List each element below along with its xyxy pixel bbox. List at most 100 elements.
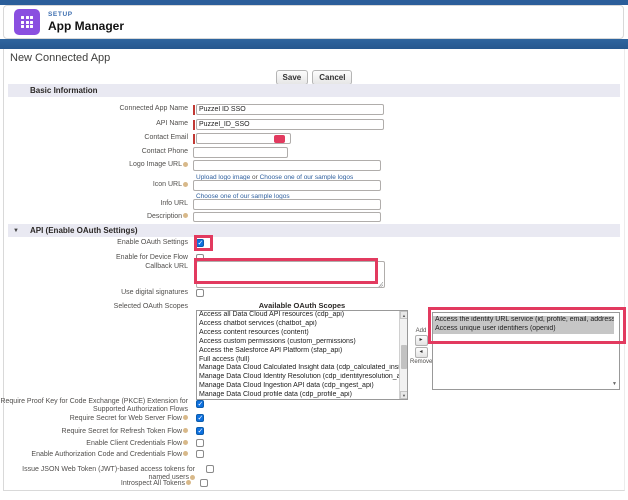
api-name-input[interactable] <box>196 119 384 130</box>
required-bar <box>193 120 195 130</box>
basic-information-label: Basic Information <box>30 86 98 95</box>
auth-code-credentials-flow-row: Enable Authorization Code and Credential… <box>0 450 204 459</box>
scroll-up-icon[interactable]: ▲ <box>400 311 408 319</box>
enable-oauth-label: Enable OAuth Settings <box>0 239 193 248</box>
refresh-token-flow-label: Require Secret for Refresh Token Flow <box>0 427 193 436</box>
auth-code-credentials-flow-label: Enable Authorization Code and Credential… <box>0 450 193 459</box>
setup-page: SETUP App Manager New Connected App Save… <box>0 0 628 500</box>
pkce-checkbox[interactable] <box>196 400 204 408</box>
enable-oauth-row: Enable OAuth Settings <box>0 239 204 248</box>
web-server-flow-checkbox[interactable] <box>196 414 204 422</box>
info-icon <box>183 182 188 187</box>
callback-url-row: Callback URL <box>0 261 193 291</box>
client-credentials-flow-checkbox[interactable] <box>196 439 204 447</box>
jwt-tokens-checkbox[interactable] <box>206 465 214 473</box>
scroll-down-icon[interactable]: ▼ <box>612 381 617 387</box>
icon-url-label: Icon URL <box>0 181 193 190</box>
selected-oauth-scopes-label: Selected OAuth Scopes <box>0 303 193 312</box>
add-label: Add <box>410 328 432 334</box>
description-input[interactable] <box>193 212 381 222</box>
scope-option[interactable]: Manage Data Cloud Identity Resolution (c… <box>197 373 400 382</box>
info-icon <box>183 415 188 420</box>
add-remove-controls: Add ▸ ◂ Remove <box>410 328 432 365</box>
info-url-row: Info URL <box>0 199 381 210</box>
required-bar <box>193 105 195 115</box>
action-button-row: SaveCancel <box>0 67 628 85</box>
scope-option[interactable]: Access the Salesforce API Platform (sfap… <box>197 347 400 356</box>
connected-app-name-row: Connected App Name <box>0 104 384 115</box>
client-credentials-flow-label: Enable Client Credentials Flow <box>0 439 193 448</box>
scope-option[interactable]: Manage Data Cloud profile data (cdp_prof… <box>197 391 400 400</box>
info-icon <box>183 213 188 218</box>
web-server-flow-row: Require Secret for Web Server Flow <box>0 414 204 423</box>
highlight-marker <box>274 135 285 143</box>
contact-phone-label: Contact Phone <box>0 148 193 157</box>
connected-app-name-label: Connected App Name <box>0 105 193 114</box>
info-icon <box>183 451 188 456</box>
api-name-row: API Name <box>0 119 384 130</box>
info-icon <box>183 162 188 167</box>
scope-option[interactable]: Manage Data Cloud Ingestion API data (cd… <box>197 382 400 391</box>
callback-url-label: Callback URL <box>0 261 193 272</box>
web-server-flow-label: Require Secret for Web Server Flow <box>0 414 193 423</box>
scrollbar-thumb[interactable] <box>401 345 407 369</box>
scope-option[interactable]: Access custom permissions (custom_permis… <box>197 338 400 347</box>
remove-scope-button[interactable]: ◂ <box>415 347 428 358</box>
digital-signatures-row: Use digital signatures <box>0 289 204 298</box>
scope-option[interactable]: Access content resources (content) <box>197 329 400 338</box>
remove-label: Remove <box>410 359 432 365</box>
oauth-section-label: API (Enable OAuth Settings) <box>30 226 138 235</box>
description-label: Description <box>0 213 193 222</box>
info-icon <box>183 428 188 433</box>
resize-grip[interactable] <box>378 282 383 287</box>
info-url-label: Info URL <box>0 200 193 209</box>
selected-scopes-row: Selected OAuth Scopes <box>0 303 193 312</box>
selected-scope-option[interactable]: Access unique user identifiers (openid) <box>433 325 614 334</box>
header-divider-strip <box>0 39 628 49</box>
oauth-section-header: ▼ API (Enable OAuth Settings) <box>8 224 620 237</box>
introspect-all-tokens-row: Introspect All Tokens <box>0 479 208 488</box>
logo-image-url-input[interactable] <box>193 160 381 171</box>
scroll-down-icon[interactable]: ▼ <box>400 391 408 399</box>
page-title: New Connected App <box>10 52 110 64</box>
scope-option[interactable]: Access chatbot services (chatbot_api) <box>197 320 400 329</box>
available-scopes-scrollbar[interactable]: ▲ ▼ <box>399 311 407 399</box>
pkce-row: Require Proof Key for Code Exchange (PKC… <box>0 397 204 415</box>
info-icon <box>186 480 191 485</box>
scope-option[interactable]: Access all Data Cloud API resources (cdp… <box>197 311 400 320</box>
digital-signatures-checkbox[interactable] <box>196 289 204 297</box>
description-row: Description <box>0 212 381 222</box>
selected-scopes-listbox[interactable]: Access the identity URL service (id, pro… <box>432 312 620 390</box>
available-scopes-listbox[interactable]: Access all Data Cloud API resources (cdp… <box>196 310 408 400</box>
connected-app-name-input[interactable] <box>196 104 384 115</box>
cancel-button[interactable]: Cancel <box>312 70 352 85</box>
enable-oauth-checkbox[interactable] <box>196 239 204 247</box>
callback-url-textarea[interactable] <box>196 261 385 288</box>
digital-signatures-label: Use digital signatures <box>0 289 193 298</box>
setup-header: SETUP App Manager <box>3 5 624 39</box>
icon-url-input[interactable] <box>193 180 381 191</box>
available-scopes-header: Available OAuth Scopes <box>196 301 408 310</box>
add-scope-button[interactable]: ▸ <box>415 335 428 346</box>
info-url-input[interactable] <box>193 199 381 210</box>
refresh-token-flow-checkbox[interactable] <box>196 427 204 435</box>
pkce-label: Require Proof Key for Code Exchange (PKC… <box>0 397 193 415</box>
scope-option[interactable]: Full access (full) <box>197 356 400 365</box>
client-credentials-flow-row: Enable Client Credentials Flow <box>0 439 204 448</box>
auth-code-credentials-flow-checkbox[interactable] <box>196 450 204 458</box>
selected-scope-option[interactable]: Access the identity URL service (id, pro… <box>433 316 614 325</box>
info-icon <box>183 440 188 445</box>
contact-phone-input[interactable] <box>193 147 288 158</box>
required-bar <box>193 134 195 144</box>
scope-option[interactable]: Manage Data Cloud Calculated Insight dat… <box>197 364 400 373</box>
setup-eyebrow: SETUP <box>48 11 124 18</box>
app-manager-grid-icon <box>14 9 40 35</box>
contact-phone-row: Contact Phone <box>0 147 288 158</box>
contact-email-label: Contact Email <box>0 134 193 143</box>
introspect-all-tokens-checkbox[interactable] <box>200 479 208 487</box>
save-button[interactable]: Save <box>276 70 309 85</box>
api-name-label: API Name <box>0 120 193 129</box>
collapse-icon[interactable]: ▼ <box>13 228 19 234</box>
refresh-token-flow-row: Require Secret for Refresh Token Flow <box>0 427 204 436</box>
introspect-all-tokens-label: Introspect All Tokens <box>0 479 196 488</box>
